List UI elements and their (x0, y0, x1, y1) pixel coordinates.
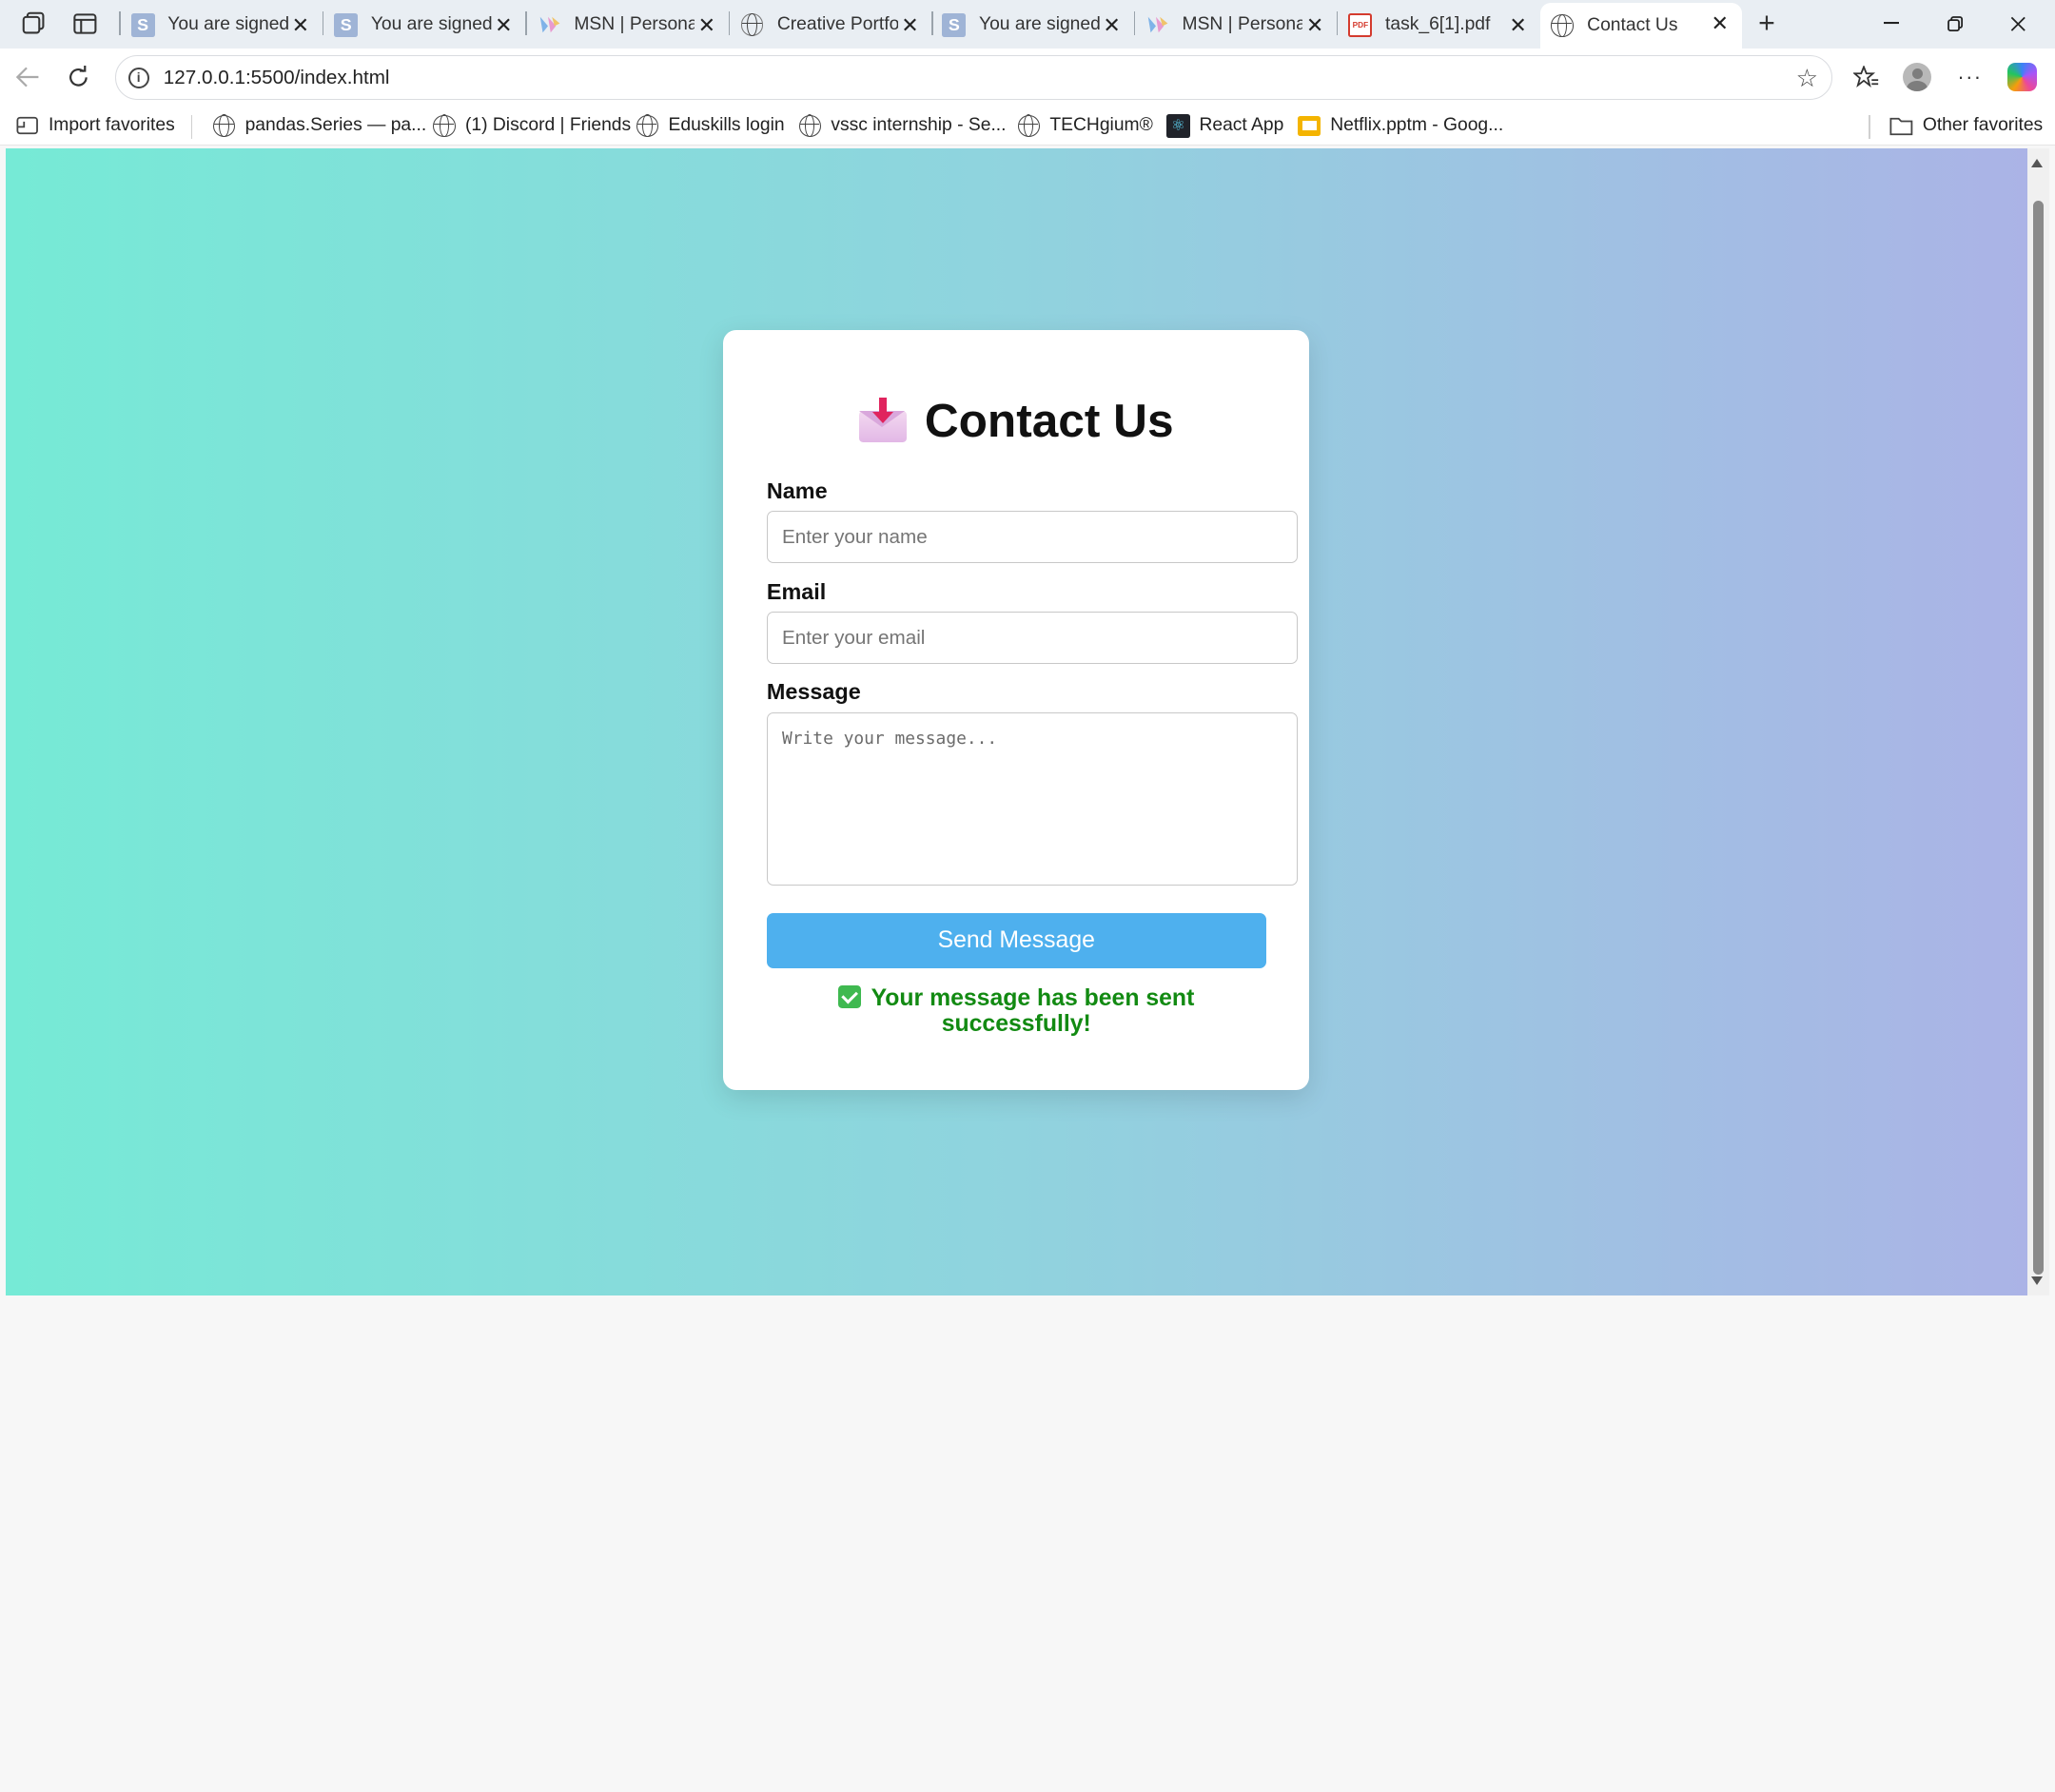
tab[interactable]: PDF task_6[1].pdf ✕ (1338, 4, 1539, 46)
tab-title: Creative Portfol (776, 14, 898, 35)
close-tab-icon[interactable]: ✕ (292, 13, 309, 38)
more-options-icon[interactable]: ··· (1953, 60, 1987, 94)
bookmark-label: Eduskills login (668, 115, 785, 136)
close-tab-icon[interactable]: ✕ (1712, 11, 1729, 36)
bookmark[interactable]: Eduskills login (636, 112, 785, 139)
folder-icon (1889, 114, 1913, 138)
tab-title: MSN | Personal (1182, 14, 1303, 35)
favorite-star-icon[interactable]: ☆ (1796, 64, 1818, 93)
bookmark-import-favorites[interactable]: Import favorites (15, 112, 175, 139)
msn-icon (538, 13, 561, 37)
bookmark[interactable]: Netflix.pptm - Goog... (1298, 112, 1503, 139)
globe-icon (433, 114, 457, 138)
url-text: 127.0.0.1:5500/index.html (163, 66, 390, 88)
globe-icon (212, 114, 236, 138)
bookmark-label: Netflix.pptm - Goog... (1330, 115, 1504, 136)
tab[interactable]: MSN | Personal ✕ (527, 4, 729, 46)
send-message-button[interactable]: Send Message (766, 913, 1266, 968)
bookmark[interactable]: pandas.Series — pa... (212, 112, 426, 139)
bookmark-label: React App (1199, 115, 1284, 136)
refresh-icon[interactable] (63, 62, 94, 93)
close-tab-icon[interactable]: ✕ (1306, 13, 1323, 38)
s-icon: S (130, 12, 155, 37)
slides-icon (1298, 114, 1321, 138)
scroll-up-icon[interactable] (2031, 159, 2044, 167)
tab-title: You are signed (979, 14, 1100, 35)
page-title: Contact Us (723, 393, 1309, 448)
close-tab-icon[interactable]: ✕ (1509, 13, 1526, 38)
bookmark[interactable]: vssc internship - Se... (798, 112, 1007, 139)
import-icon (15, 114, 40, 138)
workspaces-icon[interactable] (17, 8, 51, 39)
site-info-icon[interactable]: i (127, 68, 149, 89)
tab-title: task_6[1].pdf (1385, 14, 1491, 35)
email-input[interactable] (766, 612, 1298, 665)
success-message: Your message has been sent successfully! (802, 985, 1230, 1038)
back-icon[interactable] (11, 62, 43, 93)
pdf-icon: PDF (1348, 12, 1373, 37)
tab-title: You are signed (370, 14, 492, 35)
toolbar: i 127.0.0.1:5500/index.html ☆ ··· (0, 48, 2055, 107)
tab[interactable]: S You are signed ✕ (323, 4, 525, 46)
globe-icon (740, 13, 764, 37)
success-text: Your message has been sent successfully! (871, 984, 1195, 1038)
tab-title: Contact Us (1587, 14, 1678, 35)
other-favorites-label: Other favorites (1922, 115, 2044, 136)
react-icon: ⚛ (1166, 113, 1190, 138)
page-title-text: Contact Us (924, 394, 1174, 448)
close-tab-icon[interactable]: ✕ (901, 13, 918, 38)
bookmark[interactable]: (1) Discord | Friends (433, 112, 632, 139)
tab[interactable]: Creative Portfol ✕ (730, 4, 931, 46)
tab[interactable]: S You are signed ✕ (931, 4, 1133, 46)
scrollbar-thumb[interactable] (2032, 200, 2044, 1276)
s-icon: S (942, 12, 967, 37)
globe-icon (636, 114, 659, 138)
check-icon (838, 985, 861, 1008)
tab[interactable]: MSN | Personal ✕ (1135, 4, 1337, 46)
copilot-icon[interactable] (2006, 60, 2040, 94)
tab-title: You are signed (167, 14, 289, 35)
msn-icon (1145, 13, 1169, 37)
s-icon: S (334, 12, 359, 37)
close-tab-icon[interactable]: ✕ (698, 13, 715, 38)
close-tab-icon[interactable]: ✕ (1103, 13, 1120, 38)
page-scrollbar[interactable] (2027, 147, 2050, 1296)
message-textarea[interactable] (766, 712, 1298, 886)
vertical-tabs-icon[interactable] (68, 8, 103, 39)
email-label: Email (766, 578, 827, 604)
scroll-down-icon[interactable] (2031, 1276, 2044, 1285)
tab[interactable]: S You are signed ✕ (121, 4, 323, 46)
bookmark-label: pandas.Series — pa... (245, 115, 427, 136)
new-tab-icon[interactable]: + (1750, 8, 1784, 39)
favorites-bar: Import favorites pandas.Series — pa... (… (0, 106, 2055, 146)
name-input[interactable] (766, 511, 1298, 564)
globe-icon (1017, 114, 1041, 138)
name-label: Name (766, 477, 828, 503)
favorites-icon[interactable] (1850, 60, 1884, 94)
address-bar[interactable]: i 127.0.0.1:5500/index.html ☆ (115, 54, 1832, 100)
contact-form-card: Contact Us Name Email Message Send Messa… (723, 330, 1310, 1091)
message-label: Message (766, 678, 861, 704)
bookmark-label: (1) Discord | Friends (465, 115, 632, 136)
close-tab-icon[interactable]: ✕ (495, 13, 512, 38)
envelope-download-icon (858, 397, 907, 442)
globe-icon (798, 114, 822, 138)
other-favorites[interactable]: Other favorites (1889, 112, 2043, 139)
bookmark-label: Import favorites (48, 115, 175, 136)
minimize-icon[interactable] (1865, 8, 1917, 39)
page-background: Contact Us Name Email Message Send Messa… (5, 147, 2028, 1296)
bookmark[interactable]: ⚛ React App (1166, 112, 1283, 139)
bookmark-label: vssc internship - Se... (831, 115, 1007, 136)
bookmark-label: TECHgium® (1049, 115, 1153, 136)
tab-active[interactable]: Contact Us ✕ (1539, 2, 1742, 49)
profile-icon[interactable] (1900, 60, 1934, 94)
bookmark[interactable]: TECHgium® (1017, 112, 1153, 139)
restore-icon[interactable] (1929, 8, 1982, 39)
window-close-icon[interactable] (1992, 8, 2045, 39)
tab-title: MSN | Personal (574, 14, 695, 35)
tab-strip: S You are signed ✕ S You are signed ✕ MS… (0, 0, 2055, 49)
globe-icon (1551, 13, 1575, 37)
